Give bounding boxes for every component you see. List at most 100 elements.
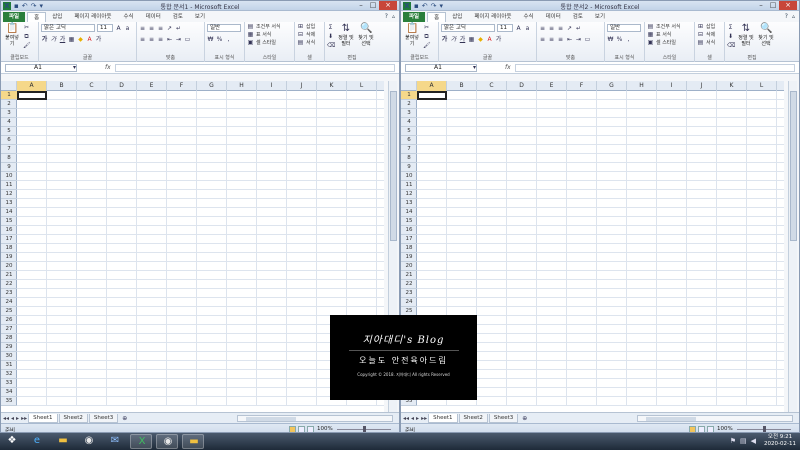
row-header-16[interactable]: 16: [401, 226, 417, 235]
taskbar-app-4[interactable]: X: [130, 434, 152, 449]
font-name-select[interactable]: 맑은 고딕: [41, 24, 95, 32]
normal-view-icon[interactable]: [289, 426, 296, 432]
clear-icon[interactable]: ⌫: [327, 42, 335, 49]
wrap-text-icon[interactable]: ↵: [175, 25, 182, 32]
zoom-level[interactable]: 100%: [717, 426, 733, 432]
column-header-H[interactable]: H: [227, 81, 257, 91]
horizontal-scrollbar[interactable]: [637, 415, 793, 422]
taskbar-app-2[interactable]: ◉: [78, 434, 100, 449]
align-bottom-icon[interactable]: ≡: [157, 25, 164, 32]
row-header-26[interactable]: 26: [1, 316, 17, 325]
row-header-23[interactable]: 23: [1, 289, 17, 298]
grow-font-icon[interactable]: A: [115, 25, 122, 32]
tab-0[interactable]: 파일: [3, 12, 26, 22]
column-header-L[interactable]: L: [347, 81, 377, 91]
column-header-K[interactable]: K: [317, 81, 347, 91]
row-header-2[interactable]: 2: [1, 100, 17, 109]
row-header-28[interactable]: 28: [1, 334, 17, 343]
active-cell-a1[interactable]: [417, 91, 447, 100]
sheet-nav-icon-3[interactable]: ▸▸: [421, 415, 427, 422]
row-header-27[interactable]: 27: [1, 325, 17, 334]
vertical-scroll-thumb[interactable]: [790, 91, 797, 241]
row-header-14[interactable]: 14: [1, 208, 17, 217]
delete-cells-button[interactable]: ⊟ 삭제: [297, 31, 322, 38]
sheet-tab-2[interactable]: Sheet2: [458, 413, 488, 423]
underline-button[interactable]: 가: [59, 36, 66, 43]
percent-button[interactable]: %: [616, 36, 623, 43]
row-header-17[interactable]: 17: [1, 235, 17, 244]
page-layout-view-icon[interactable]: [298, 426, 305, 432]
column-header-A[interactable]: A: [17, 81, 47, 91]
column-header-G[interactable]: G: [597, 81, 627, 91]
row-header-24[interactable]: 24: [1, 298, 17, 307]
taskbar-app-3[interactable]: ✉: [104, 434, 126, 449]
row-header-8[interactable]: 8: [401, 154, 417, 163]
row-header-12[interactable]: 12: [1, 190, 17, 199]
tab-6[interactable]: 검토: [567, 12, 589, 22]
insert-sheet-icon[interactable]: ⊕: [121, 415, 128, 422]
font-size-select[interactable]: 11: [97, 24, 113, 32]
row-header-33[interactable]: 33: [1, 379, 17, 388]
row-header-17[interactable]: 17: [401, 235, 417, 244]
cut-icon[interactable]: ✂: [23, 24, 30, 31]
page-break-view-icon[interactable]: [307, 426, 314, 432]
horizontal-scroll-thumb[interactable]: [246, 417, 296, 421]
shrink-font-icon[interactable]: a: [524, 25, 531, 32]
row-header-2[interactable]: 2: [401, 100, 417, 109]
fill-icon[interactable]: ⬇: [727, 33, 734, 40]
row-header-22[interactable]: 22: [1, 280, 17, 289]
merge-center-icon[interactable]: ▭: [184, 36, 191, 43]
row-header-3[interactable]: 3: [1, 109, 17, 118]
grow-font-icon[interactable]: A: [515, 25, 522, 32]
row-header-10[interactable]: 10: [1, 172, 17, 181]
tab-2[interactable]: 삽입: [446, 12, 468, 22]
format-cells-button[interactable]: ▤ 서식: [697, 39, 722, 46]
copy-icon[interactable]: ⧉: [23, 33, 30, 40]
sort-filter-button[interactable]: ⇅ 정렬 및 필터: [337, 23, 355, 47]
fill-color-icon[interactable]: ◆: [477, 36, 484, 43]
sheet-nav-icon-1[interactable]: ◂: [411, 415, 414, 422]
increase-indent-icon[interactable]: ⇥: [175, 36, 182, 43]
name-box-dropdown-icon[interactable]: ▾: [471, 64, 478, 71]
row-header-13[interactable]: 13: [401, 199, 417, 208]
select-all-corner[interactable]: [401, 81, 417, 91]
font-color-icon[interactable]: A: [486, 36, 493, 43]
format-painter-icon[interactable]: 🖌: [423, 42, 431, 49]
horizontal-scroll-thumb[interactable]: [646, 417, 696, 421]
row-header-29[interactable]: 29: [1, 343, 17, 352]
close-icon[interactable]: ×: [379, 1, 397, 10]
column-header-I[interactable]: I: [657, 81, 687, 91]
insert-function-button[interactable]: fx: [105, 64, 111, 71]
row-header-6[interactable]: 6: [401, 136, 417, 145]
column-header-G[interactable]: G: [197, 81, 227, 91]
row-header-15[interactable]: 15: [1, 217, 17, 226]
sheet-nav-icon-0[interactable]: ◂◂: [3, 415, 9, 422]
taskbar-app-0[interactable]: e: [26, 434, 48, 449]
sheet-tab-3[interactable]: Sheet3: [488, 413, 519, 423]
sheet-nav-icon-0[interactable]: ◂◂: [403, 415, 409, 422]
fill-icon[interactable]: ⬇: [327, 33, 334, 40]
insert-cells-button[interactable]: ⊞ 삽입: [697, 23, 722, 30]
close-icon[interactable]: ×: [779, 1, 797, 10]
minimize-icon[interactable]: –: [355, 1, 367, 10]
tab-6[interactable]: 검토: [167, 12, 189, 22]
increase-indent-icon[interactable]: ⇥: [575, 36, 582, 43]
column-header-I[interactable]: I: [257, 81, 287, 91]
column-header-C[interactable]: C: [477, 81, 507, 91]
column-header-B[interactable]: B: [47, 81, 77, 91]
worksheet-grid[interactable]: A B C D E F G H I J K L 1 2 3 4 5 6 7 8 9 10 11 12 13 14 15 16 17 18 1…: [1, 81, 384, 412]
zoom-slider-knob[interactable]: [363, 426, 366, 432]
font-size-select[interactable]: 11: [497, 24, 513, 32]
name-box[interactable]: A1: [405, 64, 477, 72]
vertical-scrollbar[interactable]: [788, 81, 797, 412]
minimize-icon[interactable]: –: [755, 1, 767, 10]
shrink-font-icon[interactable]: a: [124, 25, 131, 32]
paste-button[interactable]: 📋 붙여넣기: [403, 23, 421, 47]
help-icon[interactable]: ?: [785, 13, 788, 20]
row-header-13[interactable]: 13: [1, 199, 17, 208]
row-header-15[interactable]: 15: [401, 217, 417, 226]
phonetic-icon[interactable]: 가: [495, 36, 502, 43]
row-header-7[interactable]: 7: [401, 145, 417, 154]
taskbar-app-6[interactable]: ▬: [182, 434, 204, 449]
tab-3[interactable]: 페이지 레이아웃: [68, 12, 117, 22]
